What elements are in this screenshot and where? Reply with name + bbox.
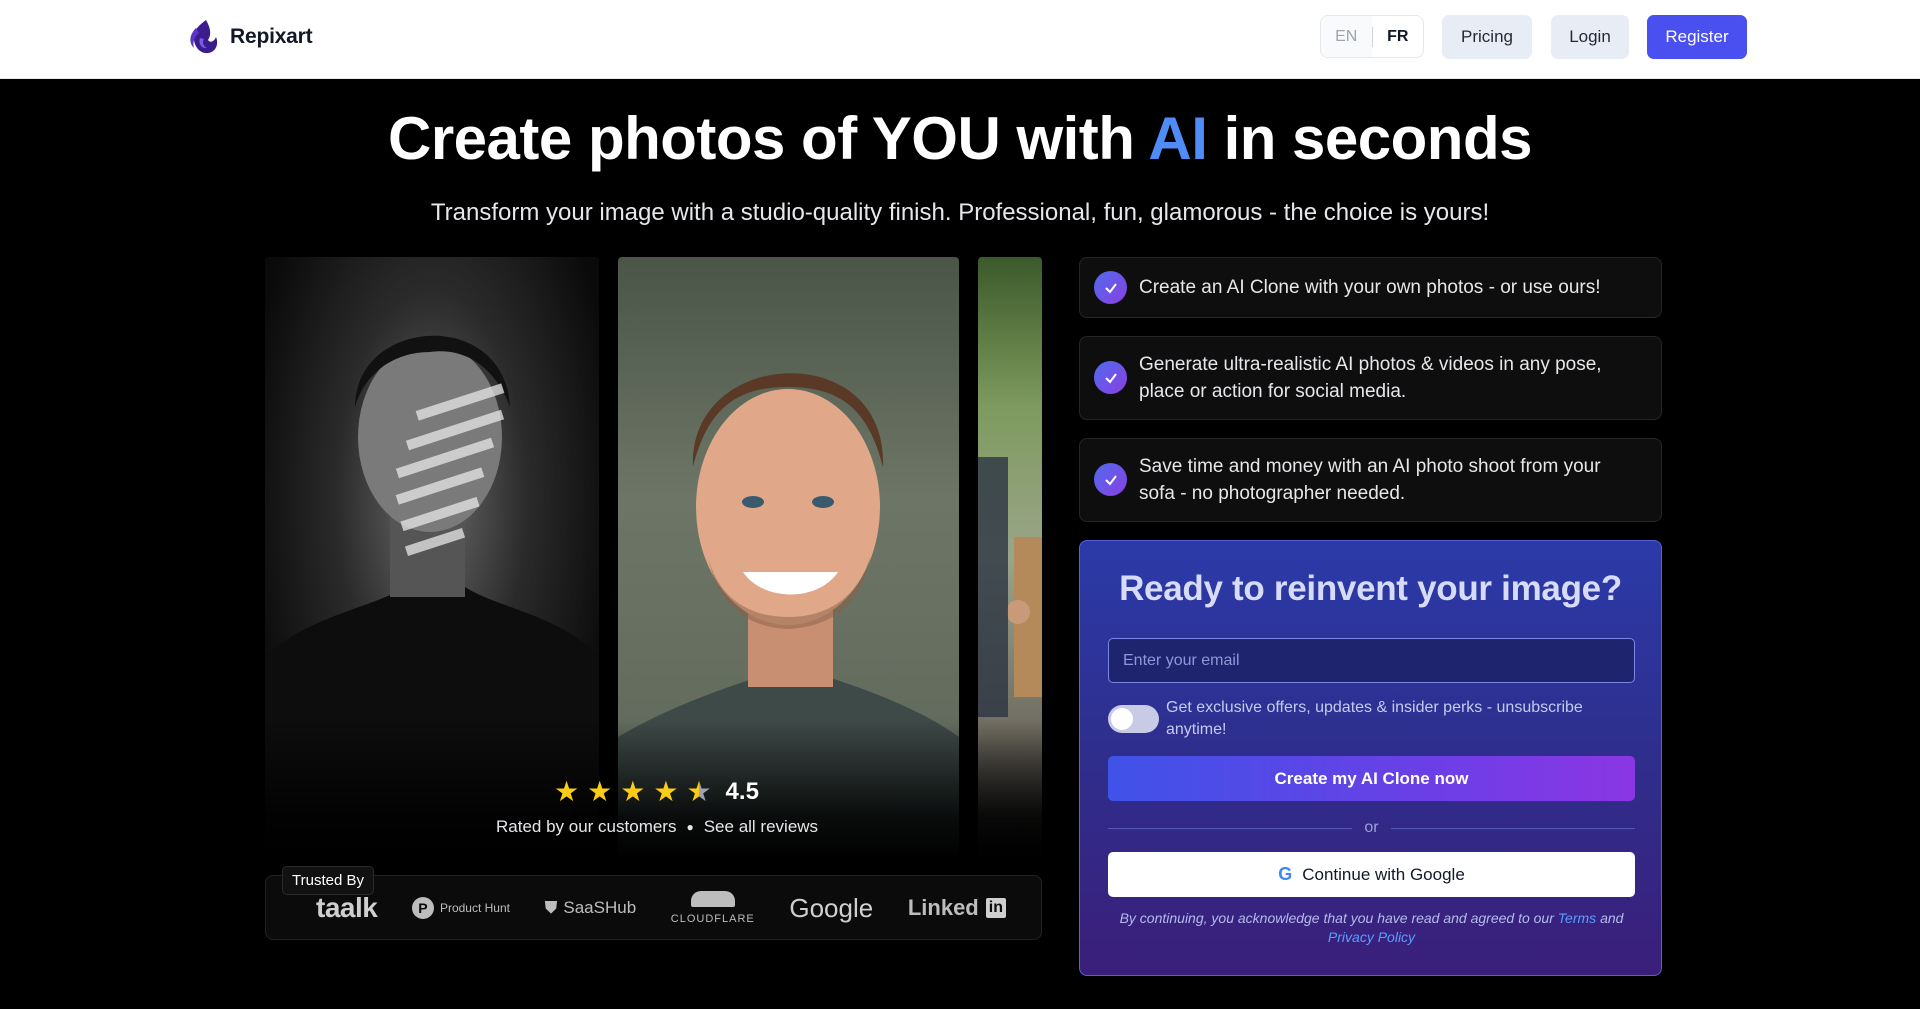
brand-logo[interactable]: Repixart [186,18,313,56]
linkedin-logo: Linked in [908,895,1006,921]
cloud-icon [690,891,735,907]
register-button[interactable]: Register [1647,15,1747,59]
see-all-reviews-link[interactable]: See all reviews [704,817,818,837]
half-star-icon: ★ [686,776,712,807]
or-divider: or [1108,817,1636,839]
login-button[interactable]: Login [1551,15,1629,59]
signup-title: Ready to reinvent your image? [1119,569,1622,608]
feature-text: Create an AI Clone with your own photos … [1139,277,1601,298]
check-icon [1094,361,1127,394]
product-hunt-text: Product Hunt [439,901,510,915]
partner-logos: taalk P Product Hunt ⛊ SaaSHub CLOUDFLAR… [316,890,1006,926]
linkedin-text: Linked [907,895,979,920]
pricing-button[interactable]: Pricing [1442,15,1532,59]
offers-optin-label: Get exclusive offers, updates & insider … [1166,699,1583,738]
customer-rating: ★ ★ ★ ★ ★ 4.5 [554,778,759,806]
hero-title: Create photos of YOU with AI in seconds [0,104,1920,173]
product-hunt-logo: P Product Hunt [411,897,510,919]
saashub-text: SaaSHub [563,898,637,917]
brand-name: Repixart [230,25,313,48]
cloudflare-text: CLOUDFLARE [670,913,755,925]
lang-en-option[interactable]: EN [1321,16,1372,57]
hero-subtitle: Transform your image with a studio-quali… [430,199,1490,226]
taalk-logo: taalk [316,892,378,923]
privacy-policy-link[interactable]: Privacy Policy [1328,929,1415,945]
google-g-icon: G [1278,864,1293,884]
cloudflare-logo: CLOUDFLARE [671,891,755,925]
star-icon: ★ [554,776,580,807]
legal-and: and [1600,910,1624,926]
feature-text: Save time and money with an AI photo sho… [1139,456,1601,504]
legal-notice: By continuing, you acknowledge that you … [1108,909,1635,947]
divider-line [1390,827,1636,829]
feature-item: Save time and money with an AI photo sho… [1079,438,1662,522]
toggle-knob [1111,708,1133,730]
create-ai-clone-button[interactable]: Create my AI Clone now [1108,756,1635,801]
shield-icon: ⛊ [544,898,558,917]
rating-caption: Rated by our customers ● See all reviews [496,817,818,837]
saashub-logo: ⛊ SaaSHub [545,898,637,918]
google-button-label: Continue with Google [1302,864,1465,884]
rated-by-text: Rated by our customers [496,817,677,836]
google-logo: Google [789,892,874,923]
email-input[interactable] [1108,638,1635,683]
signup-card: Ready to reinvent your image? Get exclus… [1079,540,1662,976]
lang-fr-option[interactable]: FR [1373,28,1424,46]
feature-item: Create an AI Clone with your own photos … [1079,257,1662,318]
check-icon [1094,463,1127,496]
feature-item: Generate ultra-realistic AI photos & vid… [1079,336,1662,420]
star-icon: ★ [620,776,646,807]
check-icon [1094,271,1127,304]
star-icon: ★ [587,776,613,807]
offers-toggle[interactable] [1108,705,1159,733]
rating-value: 4.5 [725,778,759,805]
or-text: or [1364,819,1379,836]
continue-with-google-button[interactable]: G Continue with Google [1108,852,1635,897]
hero-title-part2: in seconds [1223,105,1533,172]
feature-text: Generate ultra-realistic AI photos & vid… [1139,354,1602,402]
terms-link[interactable]: Terms [1558,910,1596,926]
legal-text: By continuing, you acknowledge that you … [1119,910,1554,926]
hero-title-ai: AI [1148,105,1208,172]
product-hunt-icon: P [411,897,434,919]
flame-logo-icon [190,20,218,54]
linkedin-in-icon: in [985,898,1006,918]
divider-line [1108,827,1353,829]
star-icon: ★ [653,776,679,807]
hero-title-part1: Create photos of YOU with [388,105,1135,172]
bullet-separator: ● [686,820,694,834]
language-switcher: EN FR [1320,15,1424,58]
top-navbar: Repixart EN FR Pricing Login Register [0,0,1920,79]
